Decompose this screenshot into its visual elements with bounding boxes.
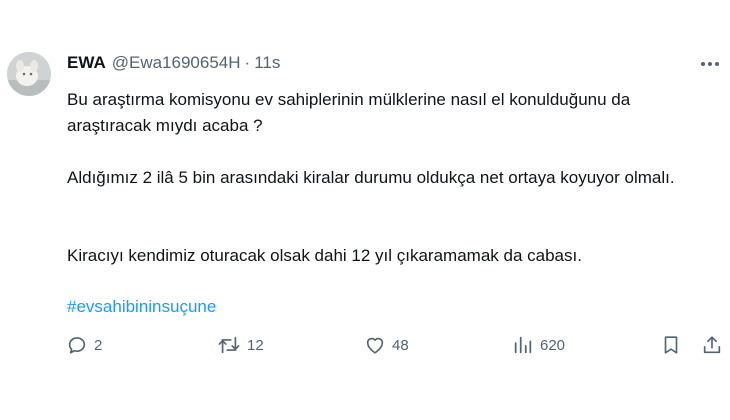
like-button[interactable]: 48 [364, 330, 409, 360]
bookmark-button[interactable] [660, 330, 682, 360]
tweet-text-paragraph-3: Kiracıyı kendimiz oturacak olsak dahi 12… [67, 246, 582, 265]
bookmark-icon [664, 336, 678, 354]
like-count: 48 [392, 336, 409, 354]
retweet-count: 12 [247, 336, 264, 354]
reply-button[interactable]: 2 [66, 330, 102, 360]
like-icon [366, 337, 384, 354]
tweet-text-paragraph-1: Bu araştırma komisyonu ev sahiplerinin m… [67, 90, 631, 135]
avatar[interactable] [7, 52, 51, 96]
more-icon[interactable] [697, 54, 723, 74]
retweet-icon [218, 336, 240, 354]
reply-count: 2 [94, 336, 103, 354]
share-button[interactable] [701, 330, 723, 360]
user-handle[interactable]: @Ewa1690654H [112, 53, 241, 73]
tweet-card: EWA @Ewa1690654H · 11s Bu araştırma komi… [0, 0, 730, 420]
avatar-image [7, 52, 51, 96]
action-bar: 2 12 48 620 [0, 330, 730, 360]
hashtag-link[interactable]: #evsahibininsuçune [67, 294, 216, 320]
view-count: 620 [540, 336, 566, 354]
timestamp[interactable]: 11s [254, 53, 280, 73]
reply-icon [68, 337, 86, 354]
tweet-header: EWA @Ewa1690654H · 11s [67, 53, 280, 73]
share-icon [703, 336, 721, 354]
display-name[interactable]: EWA [67, 53, 106, 73]
tweet-text-paragraph-2: Aldığımız 2 ilâ 5 bin arasındaki kiralar… [67, 168, 675, 187]
views-icon [514, 336, 532, 354]
retweet-button[interactable]: 12 [217, 330, 264, 360]
separator-dot: · [244, 53, 251, 72]
views-button[interactable]: 620 [512, 330, 565, 360]
